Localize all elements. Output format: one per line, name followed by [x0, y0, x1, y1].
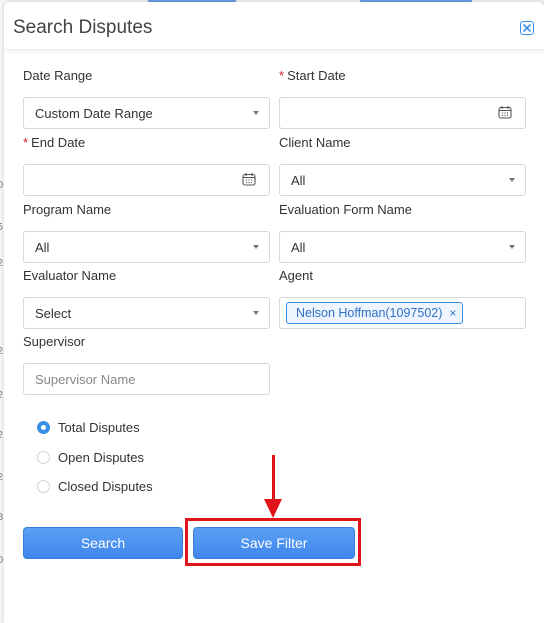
evaluator-name-field: Evaluator Name Select	[23, 267, 270, 329]
end-date-label: * End Date	[23, 134, 270, 152]
required-marker: *	[23, 135, 29, 150]
supervisor-field: Supervisor	[23, 333, 270, 395]
dispute-type-radio-group: Total Disputes Open Disputes Closed Disp…	[37, 413, 153, 502]
annotation-highlight-box	[185, 518, 361, 566]
close-button[interactable]	[520, 21, 534, 35]
background-axis-tick: 8	[0, 512, 4, 523]
radio-button-selected[interactable]	[37, 421, 50, 435]
background-axis-tick: 2	[0, 346, 4, 357]
evaluation-form-name-label: Evaluation Form Name	[279, 202, 412, 217]
chip-remove-icon[interactable]: ×	[449, 306, 456, 320]
radio-label: Total Disputes	[58, 420, 140, 436]
program-name-label: Program Name	[23, 202, 112, 217]
chevron-down-icon	[253, 111, 259, 115]
supervisor-input[interactable]	[23, 363, 270, 395]
radio-button[interactable]	[37, 450, 50, 464]
close-icon	[523, 24, 531, 32]
start-date-input[interactable]	[279, 97, 526, 129]
search-button[interactable]: Search	[23, 527, 183, 559]
radio-label: Closed Disputes	[58, 479, 153, 495]
start-date-label: * Start Date	[279, 67, 526, 85]
start-date-label-text: Start Date	[287, 68, 346, 83]
date-range-value: Custom Date Range	[35, 105, 153, 121]
background-axis-tick: 2	[0, 390, 4, 401]
evaluator-name-label: Evaluator Name	[23, 268, 117, 283]
background-axis-tick: 2	[0, 258, 4, 269]
background-axis-tick: 0	[0, 180, 4, 191]
radio-label: Open Disputes	[58, 449, 144, 465]
start-date-field: * Start Date	[279, 67, 526, 129]
evaluator-name-value: Select	[35, 305, 72, 321]
evaluation-form-name-select[interactable]: All	[279, 231, 526, 263]
agent-chip: Nelson Hoffman(1097502) ×	[286, 302, 464, 324]
annotation-arrow-shaft	[272, 455, 275, 503]
agent-field: Agent Nelson Hoffman(1097502) ×	[279, 267, 526, 329]
chevron-down-icon	[253, 311, 259, 315]
supervisor-label: Supervisor	[23, 334, 86, 349]
background-axis-tick: 2	[0, 472, 4, 483]
radio-open-disputes[interactable]: Open Disputes	[37, 443, 153, 473]
end-date-input[interactable]	[23, 164, 270, 196]
chevron-down-icon	[253, 245, 259, 249]
agent-chip-label: Nelson Hoffman(1097502)	[296, 306, 443, 320]
modal-header: Search Disputes	[4, 2, 544, 50]
evaluation-form-name-field: Evaluation Form Name All	[279, 201, 526, 263]
agent-label: Agent	[279, 268, 313, 283]
evaluator-name-select[interactable]: Select	[23, 297, 270, 329]
radio-closed-disputes[interactable]: Closed Disputes	[37, 472, 153, 502]
calendar-icon[interactable]	[242, 172, 256, 186]
background-axis-tick: 0	[0, 555, 4, 566]
modal-title: Search Disputes	[13, 17, 153, 38]
date-range-field: Date Range Custom Date Range	[23, 67, 270, 129]
end-date-field: * End Date	[23, 134, 270, 196]
chevron-down-icon	[509, 178, 515, 182]
program-name-field: Program Name All	[23, 201, 270, 263]
required-marker: *	[279, 68, 285, 83]
program-name-value: All	[35, 239, 50, 255]
calendar-icon[interactable]	[498, 105, 512, 119]
background-axis-tick: 2	[0, 430, 4, 441]
annotation-arrow-head	[264, 499, 282, 518]
radio-button[interactable]	[37, 480, 50, 494]
program-name-select[interactable]: All	[23, 231, 270, 263]
date-range-select[interactable]: Custom Date Range	[23, 97, 270, 129]
client-name-select[interactable]: All	[279, 164, 526, 196]
evaluation-form-name-value: All	[291, 239, 306, 255]
agent-multiselect[interactable]: Nelson Hoffman(1097502) ×	[279, 297, 526, 329]
chevron-down-icon	[509, 245, 515, 249]
client-name-label: Client Name	[279, 135, 351, 150]
date-range-label: Date Range	[23, 68, 93, 83]
end-date-label-text: End Date	[31, 135, 86, 150]
background-axis-tick: 5	[0, 222, 4, 233]
client-name-field: Client Name All	[279, 134, 526, 196]
client-name-value: All	[291, 172, 306, 188]
radio-total-disputes[interactable]: Total Disputes	[37, 413, 153, 443]
